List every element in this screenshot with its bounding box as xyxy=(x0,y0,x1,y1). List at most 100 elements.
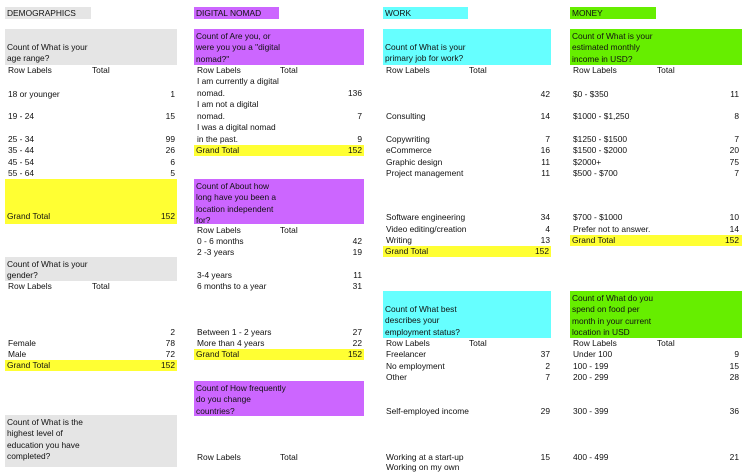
food-row-value: 15 xyxy=(729,361,739,371)
dn-row-label: I am not a digital xyxy=(197,99,259,109)
job-row-value: 7 xyxy=(545,134,550,144)
job-row-label: Copywriting xyxy=(386,134,430,144)
gender-row-value: 2 xyxy=(170,327,175,337)
header-work: WORK xyxy=(383,7,468,19)
income-row-label: $2000+ xyxy=(573,157,602,167)
dn-row-value: 7 xyxy=(357,111,362,121)
age-row-value: 15 xyxy=(165,111,175,121)
li-row-value: 42 xyxy=(352,236,362,246)
age-row-labels-header: Row Labels xyxy=(8,65,52,75)
emp-row-label: Self-employed income xyxy=(386,406,469,416)
gender-row-label: Male xyxy=(8,349,27,359)
food-row-value: 9 xyxy=(734,349,739,359)
age-row-label: 45 - 54 xyxy=(8,157,35,167)
job-row-value: 42 xyxy=(540,89,550,99)
dn-grand-total-row[interactable]: Grand Total 152 xyxy=(194,145,364,157)
job-row-value: 14 xyxy=(540,111,550,121)
gender-title: Count of What is your gender? xyxy=(7,259,88,281)
change-countries-title-cell[interactable]: Count of How frequently do you change co… xyxy=(194,381,364,416)
income-grand-total-row[interactable]: Grand Total 152 xyxy=(570,235,742,247)
location-independent-title: Count of About how long have you been a … xyxy=(196,181,277,226)
job-row-value: 16 xyxy=(540,145,550,155)
change-countries-title: Count of How frequently do you change co… xyxy=(196,383,286,416)
grand-total-label: Grand Total xyxy=(196,145,240,155)
job-row-label: Graphic design xyxy=(386,157,443,167)
grand-total-label: Grand Total xyxy=(572,235,616,245)
job-row-value: 11 xyxy=(541,168,550,178)
primary-job-title: Count of What is your primary job for wo… xyxy=(385,42,466,64)
monthly-income-title-cell[interactable]: Count of What is your estimated monthly … xyxy=(570,29,742,65)
grand-total-label: Grand Total xyxy=(196,349,240,359)
age-row-label: 25 - 34 xyxy=(8,134,35,144)
gender-title-cell[interactable]: Count of What is your gender? xyxy=(5,257,177,281)
age-grand-total-row[interactable]: Grand Total 152 xyxy=(5,179,177,224)
income-row-value: 7 xyxy=(734,168,739,178)
grand-total-value: 152 xyxy=(535,246,549,256)
food-row-label: 400 - 499 xyxy=(573,452,609,462)
income-row-label: $0 - $350 xyxy=(573,89,609,99)
gender-total-header: Total xyxy=(92,281,110,291)
income-row-value: 7 xyxy=(734,134,739,144)
li-row-value: 11 xyxy=(353,270,362,280)
age-row-label: 19 - 24 xyxy=(8,111,35,121)
job-total-header: Total xyxy=(469,65,487,75)
age-total-header: Total xyxy=(92,65,110,75)
dn-row-labels-header: Row Labels xyxy=(197,65,241,75)
li-grand-total-row[interactable]: Grand Total 152 xyxy=(194,349,364,361)
grand-total-value: 152 xyxy=(348,145,362,155)
emp-row-label: Freelancer xyxy=(386,349,427,359)
income-total-header: Total xyxy=(657,65,675,75)
education-title: Count of What is the highest level of ed… xyxy=(7,417,83,462)
emp-row-value: 37 xyxy=(540,349,550,359)
age-range-title-cell[interactable]: Count of What is your age range? xyxy=(5,29,177,65)
age-row-value: 26 xyxy=(165,145,175,155)
age-row-label: 35 - 44 xyxy=(8,145,35,155)
age-range-title: Count of What is your age range? xyxy=(7,42,88,64)
job-row-value: 34 xyxy=(540,212,550,222)
food-row-label: 300 - 399 xyxy=(573,406,609,416)
job-row-label: Consulting xyxy=(386,111,426,121)
digital-nomad-title-cell[interactable]: Count of Are you, or were you you a "dig… xyxy=(194,29,364,65)
emp-row-labels-header: Row Labels xyxy=(386,338,430,348)
job-row-labels-header: Row Labels xyxy=(386,65,430,75)
grand-total-value: 152 xyxy=(161,360,175,370)
gender-grand-total-row[interactable]: Grand Total 152 xyxy=(5,360,177,372)
education-title-cell[interactable]: Count of What is the highest level of ed… xyxy=(5,415,177,467)
income-row-value: 14 xyxy=(729,224,739,234)
gender-row-value: 72 xyxy=(165,349,175,359)
dn-row-label-cont: nomad. xyxy=(197,111,225,121)
grand-total-label: Grand Total xyxy=(7,211,51,221)
income-row-value: 10 xyxy=(729,212,739,222)
age-row-value: 99 xyxy=(165,134,175,144)
li-row-value: 19 xyxy=(352,247,362,257)
dn-row-value: 9 xyxy=(357,134,362,144)
income-row-label: Prefer not to answer. xyxy=(573,224,651,234)
job-row-value: 11 xyxy=(541,157,550,167)
food-row-label: 200 - 299 xyxy=(573,372,609,382)
location-independent-title-cell[interactable]: Count of About how long have you been a … xyxy=(194,179,364,226)
job-row-label: Project management xyxy=(386,168,464,178)
food-row-label: Under 100 xyxy=(573,349,613,359)
food-row-value: 36 xyxy=(729,406,739,416)
header-digital-nomad: DIGITAL NOMAD xyxy=(194,7,279,19)
food-row-label: 100 - 199 xyxy=(573,361,609,371)
food-spend-title: Count of What do you spend on food per m… xyxy=(572,293,654,338)
food-spend-title-cell[interactable]: Count of What do you spend on food per m… xyxy=(570,291,742,338)
job-row-value: 13 xyxy=(540,235,550,245)
income-row-value: 11 xyxy=(730,89,739,99)
age-row-value: 6 xyxy=(170,157,175,167)
food-row-value: 21 xyxy=(729,452,739,462)
dn-row-label-cont: nomad. xyxy=(197,88,225,98)
employment-status-title-cell[interactable]: Count of What best describes your employ… xyxy=(383,291,551,338)
job-grand-total-row[interactable]: Grand Total 152 xyxy=(383,246,551,258)
emp-row-value: 2 xyxy=(545,361,550,371)
job-row-label: eCommerce xyxy=(386,145,432,155)
li-row-value: 22 xyxy=(352,338,362,348)
primary-job-title-cell[interactable]: Count of What is your primary job for wo… xyxy=(383,29,551,65)
food-total-header: Total xyxy=(657,338,675,348)
income-row-label: $1500 - $2000 xyxy=(573,145,628,155)
emp-row-label: No employment xyxy=(386,361,445,371)
emp-row-label: Other xyxy=(386,372,407,382)
gender-row-value: 78 xyxy=(165,338,175,348)
income-row-label: $1000 - $1,250 xyxy=(573,111,630,121)
